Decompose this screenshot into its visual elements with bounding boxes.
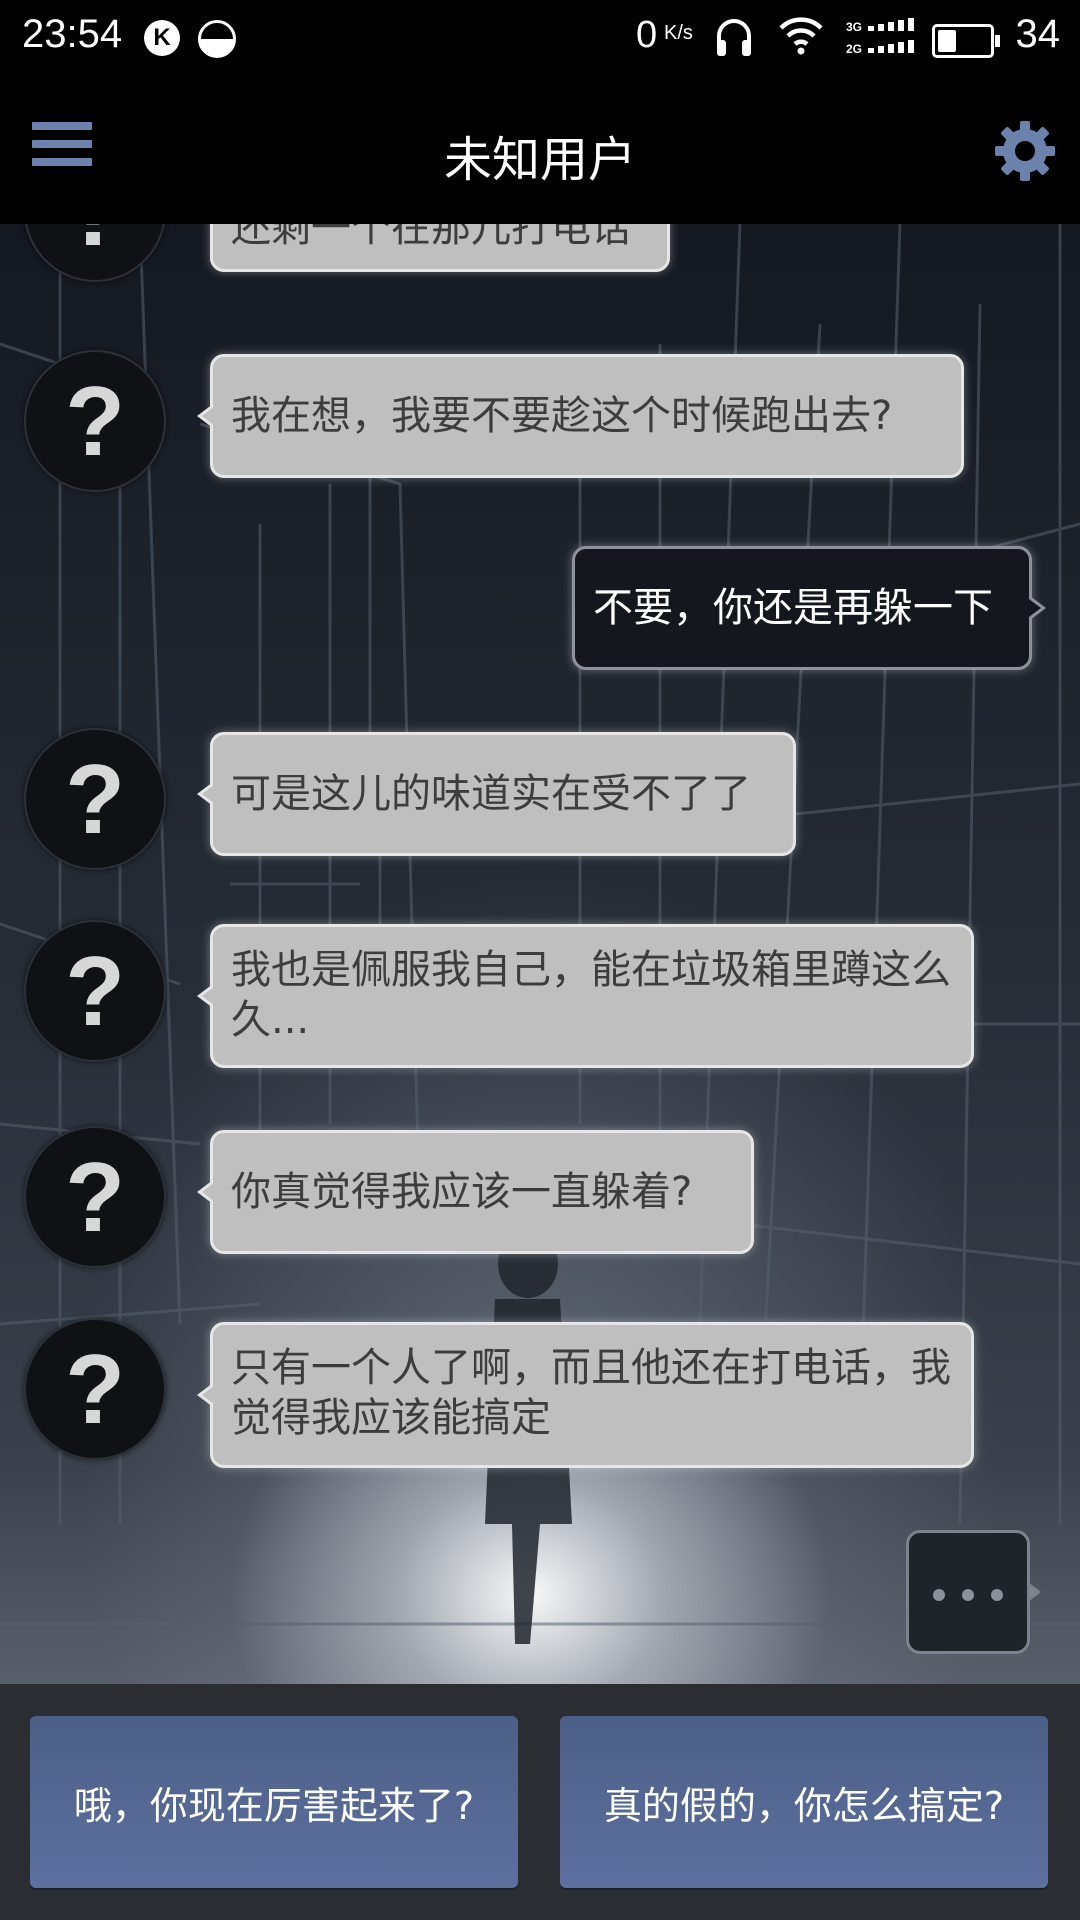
- chat-scroll-area[interactable]: ? 还剩一个在那儿打电话 ? 我在想，我要不要趁这个时候跑出去? 不要，你还是再…: [0, 224, 1080, 1684]
- gear-icon[interactable]: [992, 118, 1058, 184]
- message-text: 我在想，我要不要趁这个时候跑出去?: [231, 393, 893, 439]
- message-text: 只有一个人了啊，而且他还在打电话，我觉得我应该能搞定: [231, 1345, 951, 1441]
- message-text: 可是这儿的味道实在受不了了: [231, 771, 751, 817]
- battery-level: 34: [1015, 12, 1061, 56]
- signal-label-2g: 2G: [846, 42, 863, 56]
- reply-choice-label: 真的假的，你怎么搞定?: [603, 1783, 1005, 1828]
- contact-avatar: ?: [24, 728, 166, 870]
- incoming-message: 你真觉得我应该一直躲着?: [197, 1130, 754, 1254]
- incoming-message: 我也是佩服我自己，能在垃圾箱里蹲这么久...: [197, 924, 974, 1068]
- signal-label-3g: 3G: [846, 20, 863, 34]
- status-bar: 23:54 K 0 K/s 3G 2G 34: [0, 0, 1080, 76]
- contact-avatar: ?: [24, 1126, 166, 1268]
- reply-choice-label: 哦，你现在厉害起来了?: [73, 1783, 475, 1828]
- reply-choices-bar: 哦，你现在厉害起来了? 真的假的，你怎么搞定?: [0, 1684, 1080, 1920]
- wifi-icon: [779, 17, 823, 55]
- reply-choice-button[interactable]: 哦，你现在厉害起来了?: [30, 1716, 518, 1888]
- message-text: 我也是佩服我自己，能在垃圾箱里蹲这么久...: [231, 947, 951, 1043]
- clock: 23:54: [22, 12, 123, 56]
- message-text: 你真觉得我应该一直躲着?: [231, 1169, 693, 1215]
- contact-avatar: ?: [24, 1318, 166, 1460]
- half-circle-icon: [198, 20, 236, 58]
- battery-icon: [932, 24, 1000, 58]
- typing-dot: [991, 1589, 1003, 1601]
- typing-indicator: [906, 1530, 1041, 1654]
- incoming-message: 还剩一个在那儿打电话: [210, 224, 670, 272]
- typing-dot: [933, 1589, 945, 1601]
- k-app-icon: K: [144, 20, 180, 56]
- headphones-icon: [717, 19, 751, 56]
- incoming-message: 只有一个人了啊，而且他还在打电话，我觉得我应该能搞定: [197, 1322, 974, 1468]
- incoming-message: 可是这儿的味道实在受不了了: [197, 732, 796, 856]
- incoming-message: 我在想，我要不要趁这个时候跑出去?: [197, 354, 964, 478]
- contact-avatar: ?: [24, 350, 166, 492]
- page-title: 未知用户: [443, 132, 636, 188]
- chat-header: 未知用户: [0, 76, 1080, 224]
- typing-dot: [962, 1589, 974, 1601]
- contact-avatar: ?: [24, 920, 166, 1062]
- reply-choice-button[interactable]: 真的假的，你怎么搞定?: [560, 1716, 1048, 1888]
- outgoing-message: 不要，你还是再躲一下: [572, 546, 1046, 670]
- message-text: 不要，你还是再躲一下: [593, 585, 993, 631]
- net-speed: 0: [636, 14, 658, 56]
- net-speed-unit: K/s: [664, 22, 693, 44]
- message-text: 还剩一个在那儿打电话: [231, 224, 631, 251]
- cell-signal-icon: [868, 18, 914, 53]
